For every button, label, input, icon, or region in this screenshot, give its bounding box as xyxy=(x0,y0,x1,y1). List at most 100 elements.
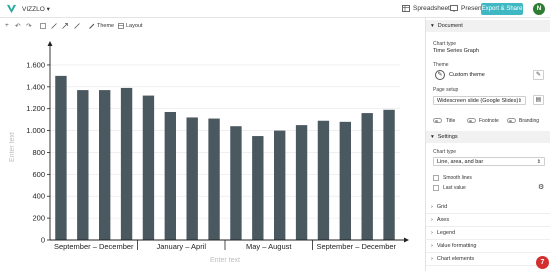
spreadsheet-icon xyxy=(402,5,410,12)
chart-bar xyxy=(339,121,351,240)
select-arrows-icon: ⇕ xyxy=(536,159,541,165)
y-tick-label: 0 xyxy=(41,236,45,245)
chart-bar xyxy=(208,118,220,240)
chevron-right-icon: › xyxy=(431,256,433,262)
y-tick-label: 1.200 xyxy=(26,104,45,113)
axes-section[interactable]: › Axes xyxy=(426,214,550,227)
pen-icon[interactable] xyxy=(51,23,57,29)
chart-bar xyxy=(252,136,264,240)
branding-toggle[interactable] xyxy=(507,118,516,123)
title-toggle[interactable] xyxy=(433,118,442,123)
spreadsheet-button[interactable]: Spreadsheet xyxy=(402,5,450,12)
theme-label: Theme xyxy=(433,62,449,68)
avatar[interactable]: N xyxy=(533,3,545,15)
footnote-toggle[interactable] xyxy=(467,118,476,123)
theme-pen-icon[interactable]: ✎ xyxy=(435,70,445,80)
spreadsheet-label: Spreadsheet xyxy=(413,5,450,12)
chart-bar xyxy=(77,90,89,240)
top-bar: VIZZLO ▾ Spreadsheet Present Export & Sh… xyxy=(0,0,550,18)
add-icon[interactable]: + xyxy=(5,22,9,29)
chart-bar xyxy=(55,75,67,240)
title-toggle-label: Title xyxy=(446,118,456,124)
x-tick-label: September – December xyxy=(316,242,396,251)
axes-section-label: Axes xyxy=(436,217,450,223)
chart-elements-section[interactable]: › Chart elements xyxy=(426,253,550,266)
chart-bar xyxy=(230,126,242,240)
page-setup-select[interactable]: Widescreen slide (Google Slides) ⇕ xyxy=(433,96,526,105)
edit-theme-icon[interactable]: ✎ xyxy=(533,70,544,80)
chevron-down-icon: ▾ xyxy=(431,23,434,29)
smooth-lines-checkbox[interactable] xyxy=(433,175,439,181)
theme-button[interactable]: Theme xyxy=(89,23,114,29)
notifications-badge[interactable]: 7 xyxy=(536,256,549,269)
chart-bar xyxy=(383,109,395,240)
chart-elements-section-label: Chart elements xyxy=(436,256,475,262)
editor-toolbar: + ↶ ↷ Theme Layout xyxy=(0,18,425,34)
last-value-checkbox[interactable] xyxy=(433,185,439,191)
present-icon xyxy=(450,5,458,12)
chart-bar xyxy=(317,120,330,240)
page-setup-value: Widescreen slide (Google Slides) xyxy=(437,98,519,104)
layout-button[interactable]: Layout xyxy=(118,23,143,29)
value-formatting-section[interactable]: › Value formatting xyxy=(426,240,550,253)
theme-label: Theme xyxy=(97,23,115,29)
settings-chart-type-select[interactable]: Line, area, and bar ⇕ xyxy=(433,157,545,166)
chart-bar xyxy=(361,113,373,240)
chart-canvas[interactable]: 0 200 400 600 800 1.000 1.200 1.400 1.600 Septemb… xyxy=(0,34,425,271)
chart-bar xyxy=(295,125,308,240)
chevron-right-icon: › xyxy=(431,230,433,236)
settings-section-header[interactable]: ▾ Settings xyxy=(426,131,550,143)
x-axis-title: Enter text xyxy=(210,257,240,264)
gear-icon[interactable]: ⚙ xyxy=(538,183,544,191)
legend-section-label: Legend xyxy=(436,230,456,236)
y-tick-label: 600 xyxy=(32,170,45,179)
layout-label: Layout xyxy=(126,23,143,29)
theme-value[interactable]: Custom theme xyxy=(449,72,485,78)
chart-bar xyxy=(142,95,155,240)
chevron-right-icon: › xyxy=(431,243,433,249)
redo-icon[interactable]: ↷ xyxy=(26,22,31,30)
x-tick-label: January – April xyxy=(156,242,206,251)
present-button[interactable]: Present xyxy=(450,5,483,12)
bar-chart[interactable]: 0 200 400 600 800 1.000 1.200 1.400 1.600 Septemb… xyxy=(0,34,425,271)
select-arrows-icon: ⇕ xyxy=(517,98,522,104)
y-tick-label: 1.600 xyxy=(26,60,45,69)
vizzlo-logo-icon[interactable] xyxy=(6,3,17,14)
grid-section-label: Grid xyxy=(436,204,448,210)
export-share-button[interactable]: Export & Share xyxy=(481,3,523,15)
settings-chart-type-value: Line, area, and bar xyxy=(437,159,484,165)
settings-sidebar: ▾ Document Chart type Time Series Graph … xyxy=(425,18,550,271)
y-tick-label: 1.400 xyxy=(26,82,45,91)
grid-section[interactable]: › Grid xyxy=(426,201,550,214)
x-tick-label: September – December xyxy=(54,242,134,251)
y-tick-label: 400 xyxy=(32,192,45,201)
app-name-menu[interactable]: VIZZLO ▾ xyxy=(22,5,50,13)
chevron-right-icon: › xyxy=(431,217,433,223)
settings-title: Settings xyxy=(437,134,458,140)
line-tool-icon[interactable] xyxy=(74,23,80,29)
chart-type-value[interactable]: Time Series Graph xyxy=(433,48,479,54)
chart-bar xyxy=(186,117,198,240)
chart-bar xyxy=(120,87,133,240)
last-value-label: Last value xyxy=(443,185,466,191)
branding-toggle-label: Branding xyxy=(519,118,540,124)
document-section-header[interactable]: ▾ Document xyxy=(426,20,550,32)
y-tick-label: 200 xyxy=(32,214,45,223)
chart-bar xyxy=(99,90,111,240)
chevron-down-icon: ▾ xyxy=(46,6,50,13)
undo-icon[interactable]: ↶ xyxy=(15,22,20,30)
chart-type-label: Chart type xyxy=(433,41,457,47)
chart-bar xyxy=(274,130,286,240)
y-axis-arrow xyxy=(47,41,53,46)
page-settings-icon[interactable]: ▤ xyxy=(533,95,544,105)
value-formatting-section-label: Value formatting xyxy=(436,243,477,249)
smooth-lines-label: Smooth lines xyxy=(443,175,472,181)
legend-section[interactable]: › Legend xyxy=(426,227,550,240)
chart-bar xyxy=(164,111,176,240)
arrow-icon[interactable] xyxy=(62,23,68,29)
settings-chart-type-label: Chart type xyxy=(433,149,457,155)
app-name: VIZZLO xyxy=(22,6,45,13)
chevron-down-icon: ▾ xyxy=(431,134,434,140)
y-tick-label: 800 xyxy=(32,148,45,157)
resize-icon[interactable] xyxy=(40,23,46,29)
